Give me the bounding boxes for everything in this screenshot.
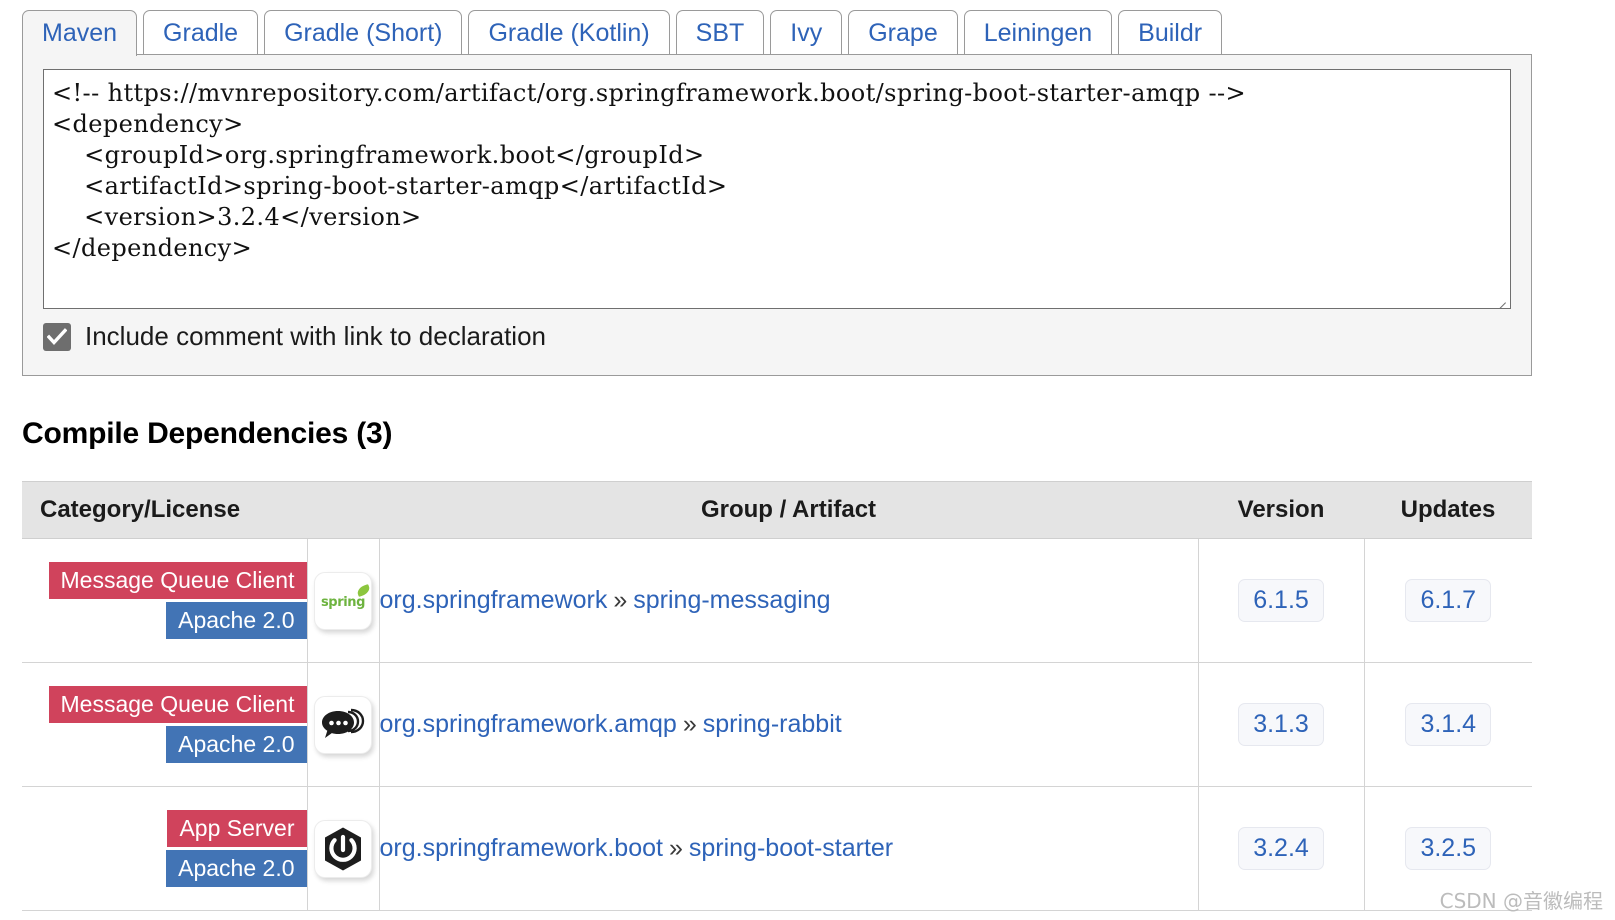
cell-category-license: Message Queue Client Apache 2.0 bbox=[22, 662, 308, 787]
group-link[interactable]: org.springframework bbox=[380, 586, 608, 614]
license-badge[interactable]: Apache 2.0 bbox=[166, 726, 307, 763]
cell-category-license: Message Queue Client Apache 2.0 bbox=[22, 538, 308, 663]
include-comment-label: Include comment with link to declaration bbox=[85, 321, 547, 351]
tab-label: Leiningen bbox=[983, 19, 1093, 47]
table-row: Message Queue Client Apache 2.0 org.spring… bbox=[22, 662, 1532, 787]
table-body: Message Queue Client Apache 2.0 spring org.… bbox=[22, 538, 1532, 911]
group-link[interactable]: org.springframework.boot bbox=[380, 834, 663, 862]
cell-group-artifact: org.springframework» spring-messaging bbox=[378, 538, 1199, 663]
page-title: Compile Dependencies (3) bbox=[22, 417, 393, 450]
artifact-link[interactable]: spring-rabbit bbox=[703, 710, 842, 738]
cell-project-icon bbox=[306, 662, 380, 787]
group-artifact-line: org.springframework» spring-messaging bbox=[380, 586, 1198, 615]
group-artifact-separator: » bbox=[668, 834, 683, 862]
badge-stack: App Server Apache 2.0 bbox=[22, 810, 307, 887]
cell-updates: 6.1.7 bbox=[1363, 538, 1532, 663]
speech-bubble-icon bbox=[314, 695, 372, 754]
tab-label: Buildr bbox=[1138, 19, 1203, 47]
column-header-version[interactable]: Version bbox=[1198, 481, 1364, 539]
spring-logo-icon: spring bbox=[314, 571, 372, 630]
tab-label: Grape bbox=[868, 19, 938, 47]
dependency-snippet-textarea[interactable]: <!-- https://mvnrepository.com/artifact/… bbox=[43, 69, 1511, 309]
tab-ivy[interactable]: Ivy bbox=[770, 10, 843, 56]
checkbox-checked-icon[interactable] bbox=[43, 322, 71, 351]
tab-maven[interactable]: Maven bbox=[22, 10, 138, 56]
dependency-snippet-code[interactable]: <!-- https://mvnrepository.com/artifact/… bbox=[44, 70, 1510, 264]
version-badge[interactable]: 3.1.3 bbox=[1238, 703, 1324, 746]
group-artifact-separator: » bbox=[613, 586, 628, 614]
category-badge[interactable]: Message Queue Client bbox=[48, 562, 307, 599]
tab-label: SBT bbox=[695, 19, 745, 47]
cell-version: 3.1.3 bbox=[1197, 662, 1365, 787]
cell-version: 6.1.5 bbox=[1197, 538, 1365, 663]
artifact-link[interactable]: spring-messaging bbox=[633, 586, 830, 614]
version-badge[interactable]: 3.2.4 bbox=[1238, 827, 1324, 870]
update-badge[interactable]: 6.1.7 bbox=[1405, 579, 1492, 622]
cell-project-icon bbox=[306, 786, 380, 911]
cell-version: 3.2.4 bbox=[1197, 786, 1365, 911]
tab-buildr[interactable]: Buildr bbox=[1118, 10, 1223, 56]
column-header-group-artifact[interactable]: Group / Artifact bbox=[379, 481, 1198, 539]
tab-grape[interactable]: Grape bbox=[848, 10, 958, 56]
tab-gradle-kotlin[interactable]: Gradle (Kotlin) bbox=[468, 10, 670, 56]
table-header-row: Category/License Group / Artifact Versio… bbox=[22, 481, 1532, 539]
cell-group-artifact: org.springframework.amqp» spring-rabbit bbox=[378, 662, 1199, 787]
tab-label: Maven bbox=[42, 19, 118, 47]
badge-stack: Message Queue Client Apache 2.0 bbox=[22, 562, 307, 639]
update-badge[interactable]: 3.1.4 bbox=[1405, 703, 1492, 746]
cell-updates: 3.1.4 bbox=[1363, 662, 1532, 787]
tab-label: Ivy bbox=[790, 19, 823, 47]
cell-group-artifact: org.springframework.boot» spring-boot-sta… bbox=[378, 786, 1199, 911]
group-artifact-line: org.springframework.boot» spring-boot-sta… bbox=[380, 834, 1198, 863]
tab-label: Gradle bbox=[163, 19, 239, 47]
update-badge[interactable]: 3.2.5 bbox=[1405, 827, 1492, 870]
version-badge[interactable]: 6.1.5 bbox=[1238, 579, 1324, 622]
artifact-link[interactable]: spring-boot-starter bbox=[689, 834, 893, 862]
category-badge[interactable]: Message Queue Client bbox=[48, 686, 307, 723]
build-tool-tabs: Maven Gradle Gradle (Short) Gradle (Kotlin)… bbox=[22, 8, 1532, 56]
group-artifact-line: org.springframework.amqp» spring-rabbit bbox=[380, 710, 1198, 739]
tab-list: Maven Gradle Gradle (Short) Gradle (Kotlin)… bbox=[22, 8, 1532, 56]
group-artifact-separator: » bbox=[682, 710, 697, 738]
category-badge[interactable]: App Server bbox=[167, 810, 307, 847]
cell-project-icon: spring bbox=[306, 538, 380, 663]
license-badge[interactable]: Apache 2.0 bbox=[166, 602, 307, 639]
watermark: CSDN @音徽编程 bbox=[1439, 889, 1603, 913]
cell-category-license: App Server Apache 2.0 bbox=[22, 786, 308, 911]
include-comment-checkbox-row[interactable]: Include comment with link to declaration bbox=[43, 321, 546, 352]
snippet-panel: <!-- https://mvnrepository.com/artifact/… bbox=[22, 54, 1532, 376]
column-header-category[interactable]: Category/License bbox=[22, 481, 307, 539]
column-header-icon bbox=[307, 481, 379, 539]
group-link[interactable]: org.springframework.amqp bbox=[380, 710, 677, 738]
tab-label: Gradle (Short) bbox=[284, 19, 443, 47]
table-header: Category/License Group / Artifact Versio… bbox=[22, 481, 1532, 539]
badge-stack: Message Queue Client Apache 2.0 bbox=[22, 686, 307, 763]
tab-gradle[interactable]: Gradle bbox=[143, 10, 259, 56]
spring-boot-power-icon bbox=[314, 819, 372, 878]
tab-leiningen[interactable]: Leiningen bbox=[963, 10, 1113, 56]
textarea-resize-handle[interactable] bbox=[1489, 288, 1507, 308]
license-badge[interactable]: Apache 2.0 bbox=[166, 850, 307, 887]
table-row: App Server Apache 2.0 org.springframework.… bbox=[22, 786, 1532, 911]
compile-dependencies-table: Category/License Group / Artifact Versio… bbox=[22, 481, 1532, 911]
tab-sbt[interactable]: SBT bbox=[675, 10, 765, 56]
column-header-updates[interactable]: Updates bbox=[1364, 481, 1532, 539]
tab-label: Gradle (Kotlin) bbox=[488, 19, 650, 47]
table-row: Message Queue Client Apache 2.0 spring org.… bbox=[22, 538, 1532, 663]
tab-gradle-short[interactable]: Gradle (Short) bbox=[264, 10, 463, 56]
